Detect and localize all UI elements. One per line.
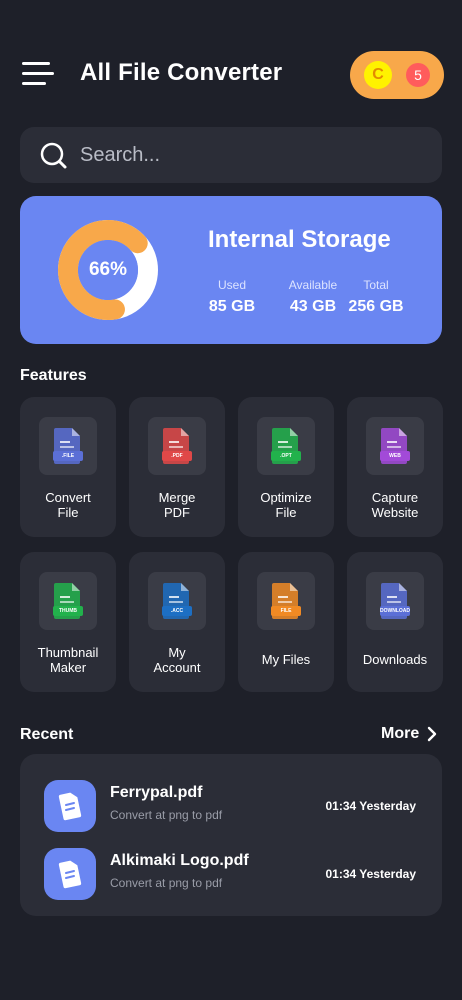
search-bar[interactable] (20, 127, 442, 183)
storage-card[interactable]: 66% Internal Storage Used 85 GB Availabl… (20, 196, 442, 344)
recent-item[interactable]: Alkimaki Logo.pdf Convert at png to pdf … (20, 846, 442, 906)
features-heading: Features (20, 367, 87, 384)
code-icon: WEB (366, 417, 424, 475)
feature-tile-convert-file[interactable]: .FILE Convert File (20, 397, 116, 537)
feature-label-line: Merge (158, 490, 196, 505)
document-icon (44, 780, 96, 832)
feature-label: Merge PDF (129, 490, 225, 520)
total-value: 256 GB (348, 298, 404, 315)
feature-label-line: Account (153, 660, 201, 675)
storage-percent: 66% (88, 259, 128, 280)
feature-label-line: Thumbnail (37, 645, 99, 660)
thumbnail-icon: THUMB (39, 572, 97, 630)
feature-label-line: Convert (45, 490, 91, 505)
used-label: Used (217, 278, 246, 292)
feature-label-line: Downloads (362, 652, 428, 667)
account-icon: .ACC (148, 572, 206, 630)
feature-label: Thumbnail Maker (20, 645, 116, 675)
total-label: Total (363, 278, 389, 292)
feature-tile-thumbnail-maker[interactable]: THUMB Thumbnail Maker (20, 552, 116, 692)
recent-file-time: 01:34 Yesterday (325, 867, 416, 881)
storage-title: Internal Storage (208, 226, 391, 253)
feature-label: My Files (238, 652, 334, 667)
file-type-tag: WEB (380, 451, 410, 461)
recent-file-subtitle: Convert at png to pdf (110, 808, 223, 822)
available-value: 43 GB (289, 298, 337, 315)
file-type-tag: FILE (271, 606, 301, 616)
file-type-tag: THUMB (53, 606, 83, 616)
feature-label-line: PDF (164, 505, 190, 520)
hamburger-menu-icon[interactable] (22, 60, 54, 88)
download-icon: DOWNLOAD (366, 572, 424, 630)
app-header: All File Converter C 5 (0, 0, 462, 110)
search-input[interactable] (80, 135, 420, 175)
feature-tile-downloads[interactable]: DOWNLOAD Downloads (347, 552, 443, 692)
feature-label-line: File (275, 505, 297, 520)
recent-file-name: Ferrypal.pdf (110, 784, 203, 801)
storage-available: Available 43 GB (275, 278, 351, 316)
feature-label-line: My Files (261, 652, 311, 667)
feature-label-line: File (57, 505, 79, 520)
recent-list: Ferrypal.pdf Convert at png to pdf 01:34… (20, 754, 442, 916)
more-button[interactable]: More (381, 725, 437, 743)
recent-file-name: Alkimaki Logo.pdf (110, 852, 249, 869)
feature-label-line: Maker (49, 660, 87, 675)
coin-balance-button[interactable]: C 5 (350, 51, 444, 99)
folder-icon: FILE (257, 572, 315, 630)
storage-total: Total 256 GB (344, 278, 408, 316)
recent-file-time: 01:34 Yesterday (325, 799, 416, 813)
feature-label: Downloads (347, 652, 443, 667)
feature-label: Convert File (20, 490, 116, 520)
storage-used: Used 85 GB (207, 278, 257, 316)
file-type-tag: .PDF (162, 451, 192, 461)
coin-count-badge: 5 (406, 63, 430, 87)
recent-heading: Recent (20, 726, 74, 743)
feature-label-line: Optimize (260, 490, 312, 505)
feature-label-line: Capture (371, 490, 419, 505)
feature-tile-my-account[interactable]: .ACC My Account (129, 552, 225, 692)
pdf-icon: .PDF (148, 417, 206, 475)
feature-label-line: Website (371, 505, 419, 520)
used-value: 85 GB (208, 298, 256, 315)
document-icon (44, 848, 96, 900)
recent-item[interactable]: Ferrypal.pdf Convert at png to pdf 01:34… (20, 778, 442, 838)
chevron-right-icon (428, 726, 437, 742)
file-type-tag: .FILE (53, 451, 83, 461)
available-label: Available (288, 278, 338, 292)
feature-label: My Account (129, 645, 225, 675)
feature-tile-my-files[interactable]: FILE My Files (238, 552, 334, 692)
file-type-tag: .ACC (162, 606, 192, 616)
file-type-tag: DOWNLOAD (380, 606, 410, 616)
feature-label: Optimize File (238, 490, 334, 520)
feature-tile-capture-website[interactable]: WEB Capture Website (347, 397, 443, 537)
more-label: More (381, 725, 420, 742)
coin-icon: C (364, 61, 392, 89)
app-title: All File Converter (80, 59, 283, 86)
file-type-tag: .OPT (271, 451, 301, 461)
file-icon: .FILE (39, 417, 97, 475)
optimize-icon: .OPT (257, 417, 315, 475)
search-icon (40, 142, 67, 169)
recent-file-subtitle: Convert at png to pdf (110, 876, 223, 890)
feature-tile-optimize-file[interactable]: .OPT Optimize File (238, 397, 334, 537)
feature-label: Capture Website (347, 490, 443, 520)
feature-label-line: My (168, 645, 186, 660)
feature-tile-merge-pdf[interactable]: .PDF Merge PDF (129, 397, 225, 537)
